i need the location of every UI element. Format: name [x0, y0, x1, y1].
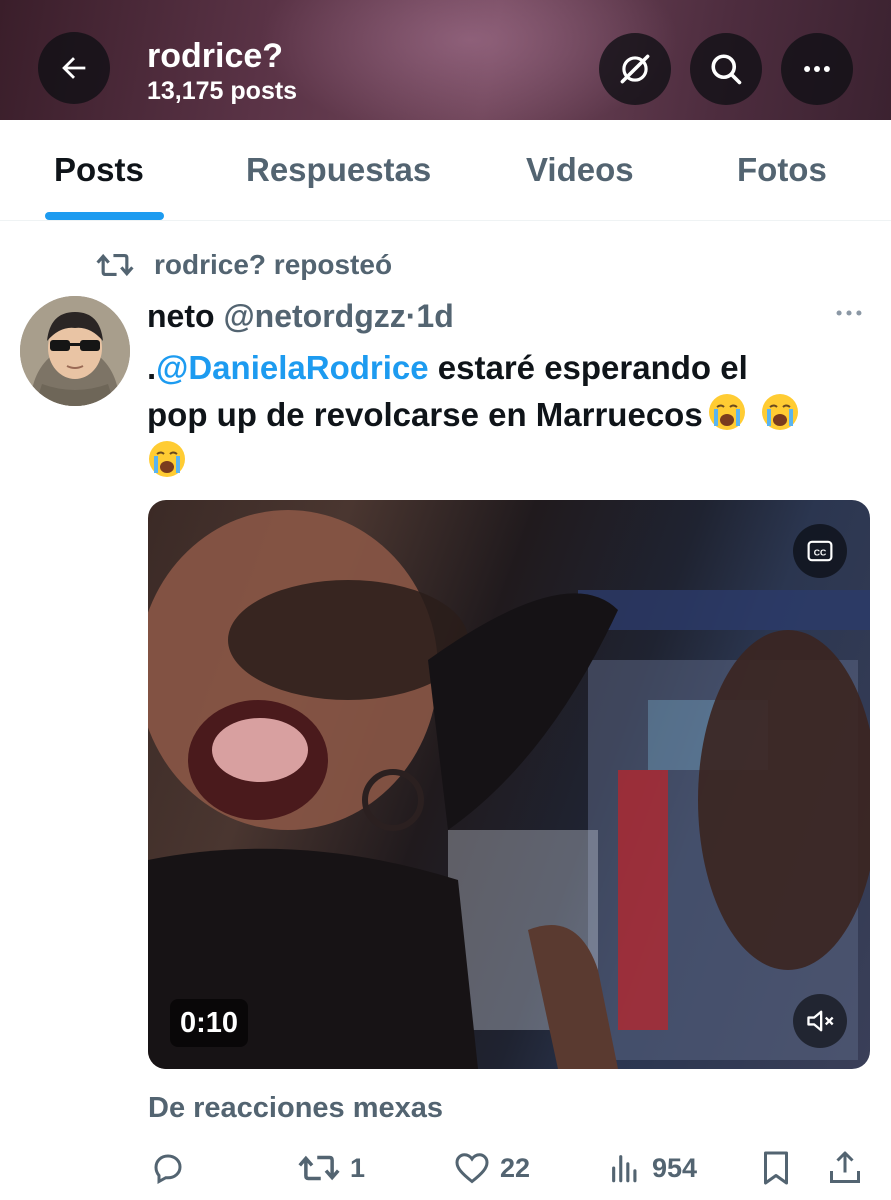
tweet-more-icon[interactable] [832, 300, 866, 326]
views-count: 954 [652, 1152, 698, 1183]
video-duration: 0:10 [170, 999, 249, 1047]
views-button[interactable]: 954 [608, 1140, 697, 1196]
mute-button[interactable] [793, 994, 847, 1048]
more-icon [804, 66, 830, 72]
video-player[interactable]: CC 0:10 [148, 500, 870, 1069]
closed-captions-icon: CC [807, 540, 833, 562]
repost-button[interactable]: 1 [298, 1140, 365, 1196]
share-button[interactable] [828, 1140, 862, 1196]
separator-dot: · [405, 298, 417, 334]
tweet-text: .@DanielaRodrice estaré esperando el pop… [147, 344, 867, 485]
tweet-header: neto @netordgzz·1d [147, 296, 454, 336]
reply-icon [154, 1154, 182, 1185]
more-button[interactable] [781, 33, 853, 105]
heart-icon [455, 1153, 489, 1184]
author-name[interactable]: neto [147, 298, 215, 334]
search-icon [711, 54, 742, 85]
loudly-crying-face-emoji [761, 394, 798, 430]
mention-link[interactable]: @DanielaRodrice [156, 349, 428, 386]
profile-title: rodrice? [147, 37, 284, 75]
text-line1: estaré esperando el [428, 349, 748, 386]
like-button[interactable]: 22 [454, 1140, 530, 1196]
muted-speaker-icon [807, 1010, 834, 1032]
repost-count: 1 [350, 1152, 366, 1183]
tab-fotos[interactable]: Fotos [737, 150, 827, 190]
grok-button[interactable] [599, 33, 671, 105]
back-arrow-icon [62, 57, 86, 79]
grok-icon [620, 54, 650, 84]
text-prefix: . [147, 349, 157, 386]
profile-tabs: Posts Respuestas Videos Fotos [0, 120, 891, 221]
post-count: 13,175 posts [147, 77, 298, 105]
active-tab-indicator [45, 212, 164, 220]
author-handle[interactable]: @netordgzz [223, 298, 405, 334]
video-caption: De reacciones mexas [148, 1092, 444, 1124]
views-chart-icon [612, 1155, 637, 1183]
video-frame [148, 510, 870, 1069]
avatar[interactable] [20, 296, 130, 406]
bookmark-button[interactable] [760, 1140, 792, 1196]
profile-header: rodrice? 13,175 posts [0, 0, 891, 120]
svg-text:CC: CC [814, 547, 827, 557]
back-button[interactable] [38, 32, 110, 104]
like-count: 22 [500, 1152, 531, 1183]
bookmark-icon [764, 1151, 788, 1185]
tab-videos[interactable]: Videos [526, 150, 634, 190]
share-icon [830, 1151, 860, 1183]
repost-label[interactable]: rodrice? reposteó [154, 248, 392, 282]
tweet-time[interactable]: 1d [416, 298, 453, 334]
repost-icon [298, 1155, 340, 1181]
search-button[interactable] [690, 33, 762, 105]
tweet-actions: 1 22 954 [0, 1140, 891, 1196]
closed-captions-button[interactable]: CC [793, 524, 847, 578]
tab-posts[interactable]: Posts [54, 150, 144, 190]
repost-icon [96, 253, 134, 277]
tab-respuestas[interactable]: Respuestas [246, 150, 431, 190]
loudly-crying-face-emoji [149, 441, 185, 477]
loudly-crying-face-emoji [708, 394, 745, 430]
text-line2: pop up de revolcarse en Marruecos [147, 396, 703, 433]
reply-button[interactable] [150, 1140, 186, 1196]
